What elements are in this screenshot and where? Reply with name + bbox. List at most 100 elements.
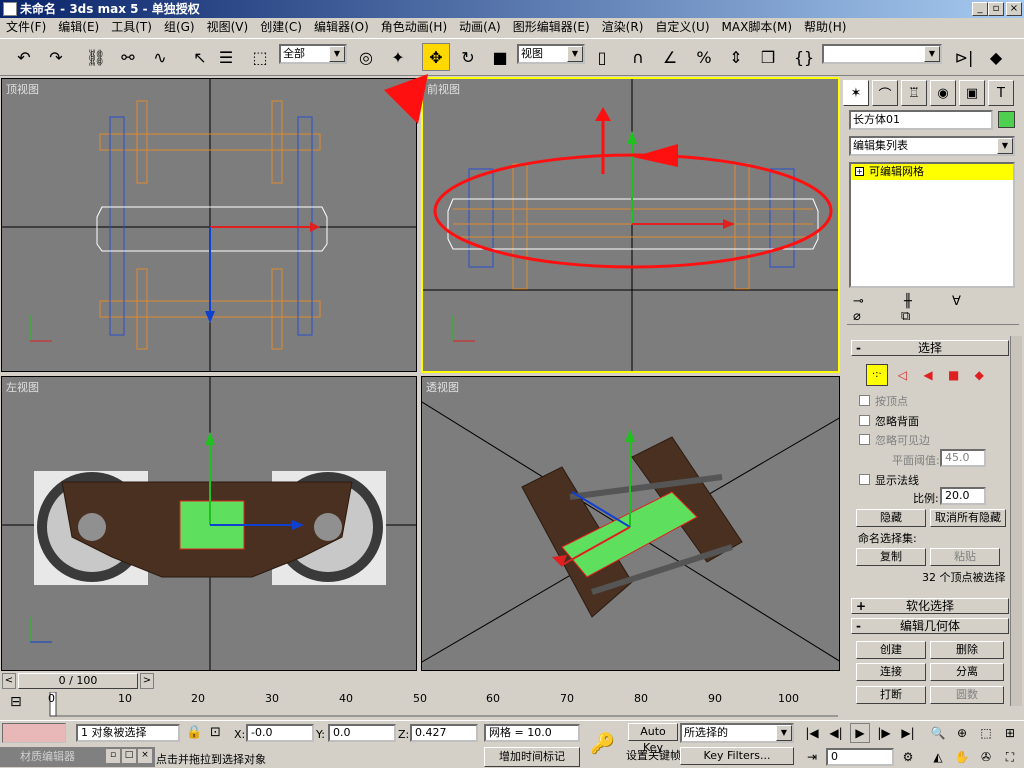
show-normals-checkbox[interactable]: 显示法线 xyxy=(859,472,919,488)
set-key-icon[interactable]: 🔑 xyxy=(590,731,615,755)
mirror-icon[interactable]: ⊳| xyxy=(950,43,978,71)
auto-key-button[interactable]: Auto Key xyxy=(628,723,678,754)
menu-rendering[interactable]: 渲染(R) xyxy=(596,18,650,37)
object-color-swatch[interactable] xyxy=(998,111,1015,128)
by-vertex-checkbox[interactable]: 按顶点 xyxy=(859,393,908,409)
stack-tools[interactable]: ⊸ ╫ ∀ ⌀ ⧉ xyxy=(853,294,1024,324)
modify-tab-icon[interactable]: ⌒ xyxy=(872,80,898,106)
hide-button[interactable]: 隐藏 xyxy=(856,509,926,527)
menu-create[interactable]: 创建(C) xyxy=(254,18,308,37)
scale-spinner[interactable]: 20.0 xyxy=(940,487,986,505)
copy-button[interactable]: 复制 xyxy=(856,548,926,566)
z-coord-field[interactable]: 0.427 xyxy=(410,724,478,742)
arc-rotate-icon[interactable]: ✇ xyxy=(976,747,996,767)
key-filters-button[interactable]: Key Filters... xyxy=(680,747,794,765)
pivot-center-icon[interactable]: ▯ xyxy=(588,43,616,71)
material-editor-taskbar[interactable]: 材质编辑器 ▫ □ × xyxy=(0,747,155,767)
select-move-crosshair-icon[interactable]: ◎ xyxy=(352,43,380,71)
vertex-icon[interactable]: ·:· xyxy=(866,364,888,386)
key-filter-dropdown[interactable]: 所选择的 ▼ xyxy=(680,723,794,743)
break-button[interactable]: 打断 xyxy=(856,686,926,704)
named-selection-dropdown[interactable]: ▼ xyxy=(822,44,942,64)
zoom-extents-all-icon[interactable]: ⊞ xyxy=(1000,723,1020,743)
rollout-soft-selection[interactable]: + 软化选择 xyxy=(851,598,1009,614)
time-slider-left-icon[interactable]: < xyxy=(2,673,16,689)
detach-button[interactable]: 分离 xyxy=(930,663,1004,681)
delete-button[interactable]: 删除 xyxy=(930,641,1004,659)
time-config-icon[interactable]: ⚙ xyxy=(898,747,918,767)
ignore-backface-checkbox[interactable]: 忽略背面 xyxy=(859,413,919,429)
zoom-icon[interactable]: 🔍 xyxy=(928,723,948,743)
field-of-view-icon[interactable]: ◭ xyxy=(928,747,948,767)
maximize-viewport-icon[interactable]: ⛶ xyxy=(1000,747,1020,767)
maximize-icon[interactable]: □ xyxy=(122,749,136,763)
go-to-start-icon[interactable]: |◀ xyxy=(802,723,822,743)
move-icon[interactable]: ✥ xyxy=(422,43,450,71)
next-frame-icon[interactable]: |▶ xyxy=(874,723,894,743)
y-coord-field[interactable]: 0.0 xyxy=(328,724,396,742)
viewport-front[interactable]: 前视图 xyxy=(421,77,840,373)
time-slider-right-icon[interactable]: > xyxy=(140,673,154,689)
unhide-all-button[interactable]: 取消所有隐藏 xyxy=(930,509,1006,527)
rotate-icon[interactable]: ↻ xyxy=(454,43,482,71)
menu-edit[interactable]: 编辑(E) xyxy=(52,18,105,37)
hierarchy-tab-icon[interactable]: ♖ xyxy=(901,80,927,106)
redo-icon[interactable]: ↷ xyxy=(42,43,70,71)
paste-button[interactable]: 粘贴 xyxy=(930,548,1000,566)
zoom-extents-icon[interactable]: ⬚ xyxy=(976,723,996,743)
named-selection-icon[interactable]: {} xyxy=(790,43,818,71)
rollout-selection[interactable]: - 选择 xyxy=(851,340,1009,356)
menu-modifiers[interactable]: 编辑器(O) xyxy=(308,18,375,37)
link-icon[interactable]: ⛓ xyxy=(82,43,110,71)
menu-character[interactable]: 角色动画(H) xyxy=(375,18,453,37)
time-slider-thumb[interactable]: 0 / 100 xyxy=(18,673,138,689)
panel-scrollbar[interactable] xyxy=(1010,336,1022,706)
menu-graph-editors[interactable]: 图形编辑器(E) xyxy=(507,18,596,37)
expand-icon[interactable]: + xyxy=(855,167,864,176)
object-name-field[interactable]: 长方体01 xyxy=(849,110,993,130)
previous-frame-icon[interactable]: ◀| xyxy=(826,723,846,743)
select-icon[interactable]: ↖ xyxy=(186,43,214,71)
key-mode-icon[interactable]: ⇥ xyxy=(802,747,822,767)
viewport-left[interactable]: 左视图 xyxy=(1,376,417,671)
align-icon[interactable]: ◆ xyxy=(982,43,1010,71)
reference-coord-dropdown[interactable]: 视图 ▼ xyxy=(517,44,585,64)
play-icon[interactable]: ▶ xyxy=(850,723,870,743)
scale-icon[interactable]: ■ xyxy=(486,43,514,71)
set-key-label[interactable]: 设置关键帧 xyxy=(626,747,681,763)
ignore-visible-edges-checkbox[interactable]: 忽略可见边 xyxy=(859,432,930,448)
track-bar-icon[interactable]: ⊟ xyxy=(10,694,22,710)
edge-icon[interactable]: ◁ xyxy=(892,364,914,386)
stack-item-editable-mesh[interactable]: + 可编辑网格 xyxy=(851,164,1013,180)
unlink-icon[interactable]: ⚯ xyxy=(114,43,142,71)
manipulate-icon[interactable]: ✦ xyxy=(384,43,412,71)
viewport-label-top[interactable]: 顶视图 xyxy=(6,81,39,97)
menu-help[interactable]: 帮助(H) xyxy=(798,18,852,37)
planar-thresh-spinner[interactable]: 45.0 xyxy=(940,449,986,467)
lock-selection-icon[interactable]: 🔒 xyxy=(186,725,202,740)
minimize-button[interactable]: _ xyxy=(972,2,988,16)
go-to-end-icon[interactable]: ▶| xyxy=(898,723,918,743)
display-tab-icon[interactable]: ▣ xyxy=(959,80,985,106)
menu-maxscript[interactable]: MAX脚本(M) xyxy=(716,18,799,37)
create-button[interactable]: 创建 xyxy=(856,641,926,659)
polygon-icon[interactable]: ■ xyxy=(943,364,965,386)
spinner-snap-icon[interactable]: ⇕ xyxy=(722,43,750,71)
restore-icon[interactable]: ▫ xyxy=(106,749,120,763)
viewport-perspective[interactable]: 透视图 xyxy=(421,376,840,671)
absolute-mode-icon[interactable]: ⊡ xyxy=(210,725,221,740)
maximize-button[interactable]: ▫ xyxy=(988,2,1004,16)
track-bar[interactable]: 0 10 20 30 40 50 60 70 80 90 100 xyxy=(48,691,840,718)
close-icon[interactable]: × xyxy=(138,749,152,763)
menu-file[interactable]: 文件(F) xyxy=(0,18,52,37)
maxscript-listener[interactable] xyxy=(2,723,66,743)
close-button[interactable]: × xyxy=(1006,2,1022,16)
viewport-label-left[interactable]: 左视图 xyxy=(6,379,39,395)
edit-named-selection-icon[interactable]: ❒ xyxy=(754,43,782,71)
modifier-list-dropdown[interactable]: 编辑集列表 ▼ xyxy=(849,136,1015,156)
viewport-label-perspective[interactable]: 透视图 xyxy=(426,379,459,395)
select-by-name-icon[interactable]: ☰ xyxy=(212,43,240,71)
region-select-icon[interactable]: ⬚ xyxy=(246,43,274,71)
x-coord-field[interactable]: -0.0 xyxy=(246,724,314,742)
current-frame-field[interactable]: 0 xyxy=(826,748,894,766)
